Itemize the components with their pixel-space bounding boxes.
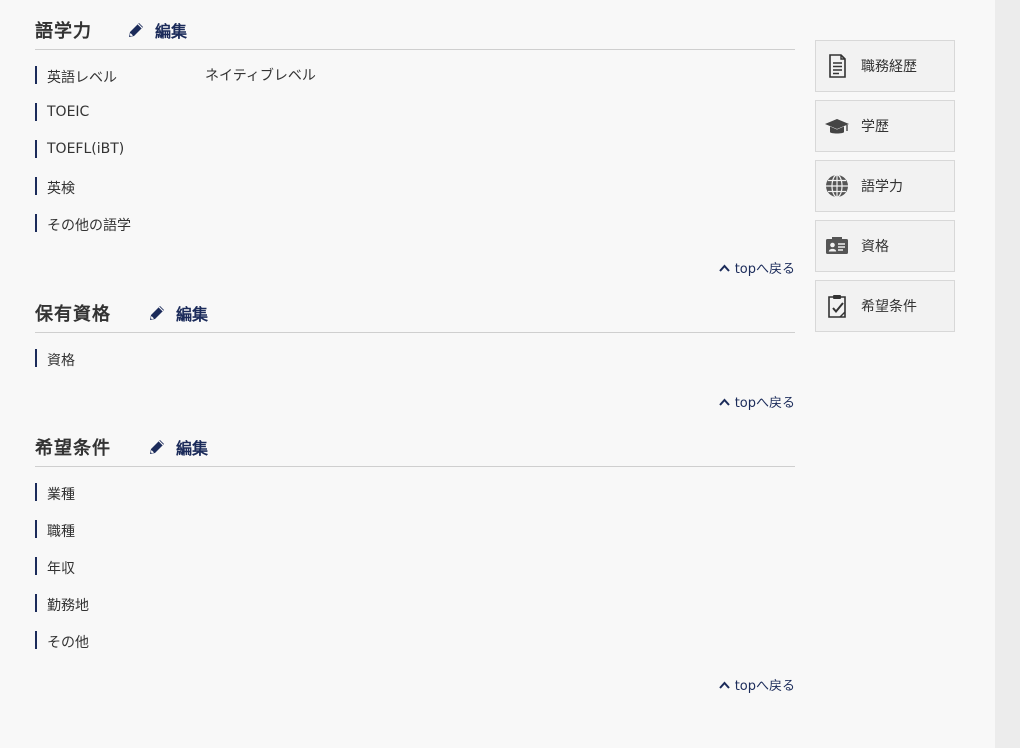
back-to-top-link[interactable]: topへ戻る [718, 675, 795, 694]
side-nav-label: 希望条件 [861, 299, 917, 315]
row-marker [35, 103, 37, 121]
chevron-up-icon [718, 681, 730, 689]
side-nav-preferences[interactable]: 希望条件 [815, 280, 955, 332]
side-nav-qualifications[interactable]: 資格 [815, 220, 955, 272]
row-label: 英語レベル [47, 70, 117, 86]
section-header: 希望条件 編集 [35, 417, 795, 467]
side-nav-language[interactable]: 語学力 [815, 160, 955, 212]
row-marker [35, 140, 37, 158]
preference-rows: 業種 職種 年収 勤務地 その他 [35, 467, 795, 666]
qualifications-section: 保有資格 編集 資格 topへ戻る [35, 283, 795, 411]
row-marker [35, 214, 37, 232]
row-value: ネイティブレベル [205, 68, 316, 84]
edit-label: 編集 [176, 305, 209, 324]
pencil-icon [129, 23, 143, 37]
row-marker [35, 349, 37, 367]
preferences-section: 希望条件 編集 業種 職種 年収 勤務地 その他 topへ戻る [35, 417, 795, 694]
document-icon [823, 52, 851, 80]
list-item: TOEIC [35, 101, 795, 138]
side-nav-label: 学歴 [861, 119, 889, 135]
side-nav-label: 資格 [861, 239, 889, 255]
edit-language-button[interactable]: 編集 [126, 18, 187, 42]
pencil-icon [150, 306, 164, 320]
clipboard-check-icon [823, 292, 851, 320]
row-label: その他 [47, 635, 89, 651]
id-card-icon [823, 232, 851, 260]
back-to-top-label: topへ戻る [734, 396, 795, 411]
language-section: 語学力 編集 英語レベル ネイティブレベル TOEIC TOEFL(iBT) 英… [35, 0, 795, 277]
row-marker [35, 177, 37, 195]
back-to-top-label: topへ戻る [734, 262, 795, 277]
list-item: その他 [35, 629, 795, 666]
row-label: 資格 [47, 353, 75, 369]
section-title: 語学力 [35, 21, 92, 42]
edit-label: 編集 [155, 22, 188, 41]
list-item: その他の語学 [35, 212, 795, 249]
side-nav-label: 語学力 [861, 179, 903, 195]
row-marker [35, 520, 37, 538]
list-item: 年収 [35, 555, 795, 592]
side-nav: 職務経歴 学歴 語学力 資格 希望条件 [815, 40, 955, 340]
list-item: 資格 [35, 347, 795, 384]
row-label: 業種 [47, 487, 75, 503]
list-item: 業種 [35, 481, 795, 518]
row-marker [35, 557, 37, 575]
row-label: TOEIC [47, 104, 90, 120]
section-title: 希望条件 [35, 438, 111, 459]
list-item: TOEFL(iBT) [35, 138, 795, 175]
back-to-top-link[interactable]: topへ戻る [718, 392, 795, 411]
row-label: その他の語学 [47, 218, 131, 234]
side-nav-career[interactable]: 職務経歴 [815, 40, 955, 92]
edit-preferences-button[interactable]: 編集 [147, 435, 208, 459]
side-nav-education[interactable]: 学歴 [815, 100, 955, 152]
section-header: 語学力 編集 [35, 0, 795, 50]
row-label: 年収 [47, 561, 75, 577]
page: 語学力 編集 英語レベル ネイティブレベル TOEIC TOEFL(iBT) 英… [0, 0, 1020, 748]
row-label: 英検 [47, 181, 75, 197]
qualification-rows: 資格 [35, 333, 795, 384]
chevron-up-icon [718, 398, 730, 406]
list-item: 英語レベル ネイティブレベル [35, 64, 795, 101]
row-marker [35, 483, 37, 501]
section-title: 保有資格 [35, 304, 111, 325]
list-item: 英検 [35, 175, 795, 212]
section-header: 保有資格 編集 [35, 283, 795, 333]
pencil-icon [150, 440, 164, 454]
scrollbar-track[interactable] [995, 0, 1020, 748]
back-to-top-link[interactable]: topへ戻る [718, 258, 795, 277]
row-marker [35, 631, 37, 649]
list-item: 勤務地 [35, 592, 795, 629]
back-to-top-label: topへ戻る [734, 679, 795, 694]
list-item: 職種 [35, 518, 795, 555]
globe-icon [823, 172, 851, 200]
edit-qualifications-button[interactable]: 編集 [147, 301, 208, 325]
row-marker [35, 594, 37, 612]
row-label: 勤務地 [47, 598, 89, 614]
row-label: TOEFL(iBT) [47, 141, 125, 157]
row-label: 職種 [47, 524, 75, 540]
language-rows: 英語レベル ネイティブレベル TOEIC TOEFL(iBT) 英検 その他の語… [35, 50, 795, 249]
chevron-up-icon [718, 264, 730, 272]
edit-label: 編集 [176, 439, 209, 458]
side-nav-label: 職務経歴 [861, 59, 917, 75]
graduation-cap-icon [823, 112, 851, 140]
row-marker [35, 66, 37, 84]
